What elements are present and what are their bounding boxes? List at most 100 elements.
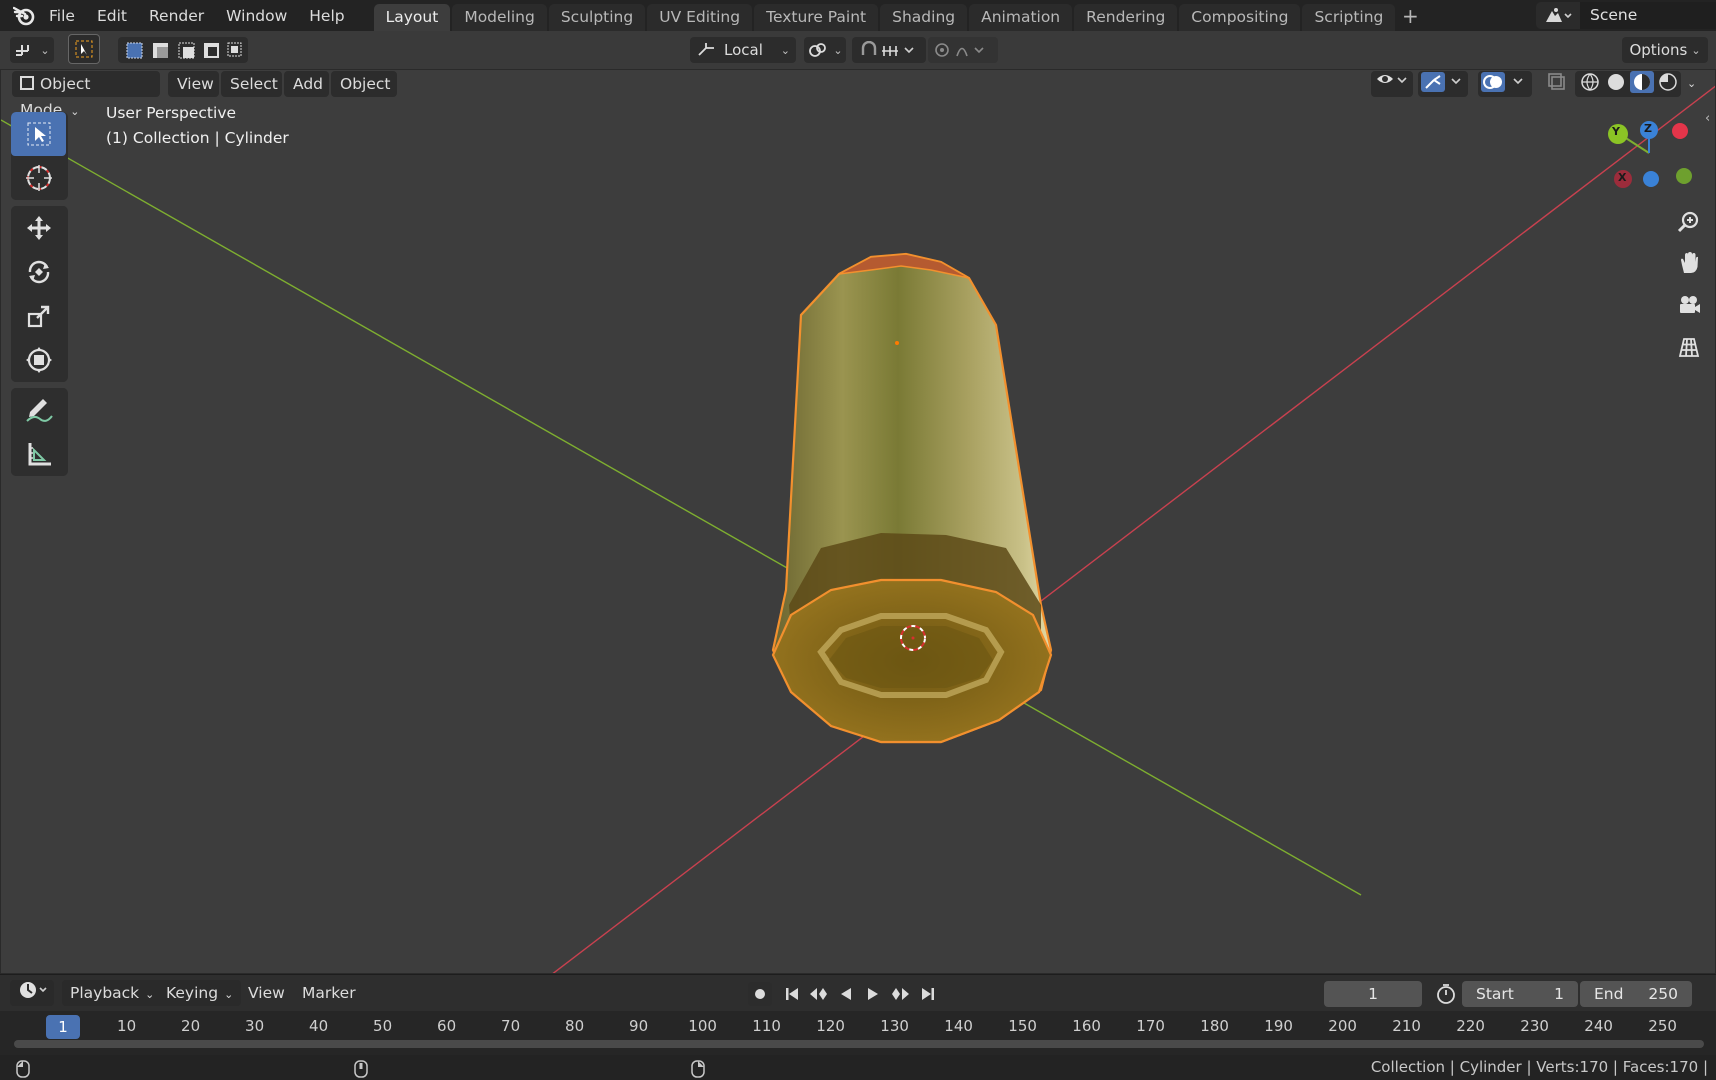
- blender-logo-icon[interactable]: [10, 2, 38, 30]
- xray-toggle[interactable]: [1542, 71, 1570, 97]
- ortho-toggle-button[interactable]: [1671, 329, 1707, 365]
- menu-file[interactable]: File: [38, 2, 86, 30]
- camera-view-button[interactable]: [1671, 287, 1707, 323]
- menu-object[interactable]: Object: [331, 71, 397, 97]
- zoom-button[interactable]: [1671, 204, 1707, 240]
- tab-modeling[interactable]: Modeling: [452, 4, 547, 31]
- timeline-editor-type-button[interactable]: [10, 980, 54, 1006]
- viewport-scene: [1, 85, 1715, 973]
- jump-start-icon: [786, 988, 798, 1000]
- move-tool[interactable]: [11, 206, 66, 250]
- snapping-group[interactable]: [852, 37, 926, 63]
- current-frame-indicator[interactable]: 1: [46, 1015, 80, 1039]
- frame-tick-label: 210: [1392, 1017, 1421, 1035]
- jump-end-button[interactable]: [916, 982, 940, 1006]
- cursor-tool[interactable]: [11, 156, 66, 200]
- select-tool-button[interactable]: [68, 34, 100, 64]
- pivot-point-dropdown[interactable]: ⌄: [804, 37, 846, 63]
- menu-help[interactable]: Help: [298, 2, 355, 30]
- select-cursor-icon: [27, 122, 50, 146]
- tab-animation[interactable]: Animation: [969, 4, 1073, 31]
- menu-view[interactable]: View: [168, 71, 219, 97]
- workspace-tabs: Layout Modeling Sculpting UV Editing Tex…: [373, 0, 1424, 31]
- timeline-header: Playback ⌄ Keying ⌄ View Marker 1 Start 1 E…: [0, 975, 1716, 1011]
- jump-end-icon: [922, 988, 934, 1000]
- scale-tool[interactable]: [11, 294, 66, 338]
- frame-ruler[interactable]: 1 10 20 30 40 50 60 70 80 90 100 110 120 130 140 150 160…: [0, 1011, 1716, 1041]
- playback-menu[interactable]: Playback ⌄: [62, 980, 163, 1006]
- snap-magnet-icon: [861, 41, 914, 56]
- menu-render[interactable]: Render: [138, 2, 215, 30]
- play-reverse-icon: [841, 988, 851, 1000]
- measure-ruler-icon: [28, 443, 51, 466]
- selection-mode-group: [118, 37, 248, 63]
- menu-add[interactable]: Add: [284, 71, 329, 97]
- cylinder-object[interactable]: [771, 252, 1053, 744]
- xray-icon: [1548, 73, 1565, 90]
- 3d-viewport[interactable]: User Perspective (1) Collection | Cylind…: [0, 69, 1716, 974]
- mode-dropdown[interactable]: Object Mode ⌄: [12, 71, 160, 119]
- menu-window[interactable]: Window: [215, 2, 298, 30]
- visibility-dropdown[interactable]: [1371, 71, 1413, 97]
- tab-compositing[interactable]: Compositing: [1179, 4, 1301, 31]
- end-frame-field[interactable]: End 250: [1580, 981, 1692, 1007]
- current-frame-field[interactable]: 1: [1324, 981, 1422, 1007]
- prev-keyframe-button[interactable]: [807, 982, 831, 1006]
- menu-edit[interactable]: Edit: [86, 2, 138, 30]
- measure-tool[interactable]: [11, 432, 66, 476]
- overlays-toggle[interactable]: [1478, 71, 1532, 97]
- gizmo-toggle[interactable]: [1418, 71, 1468, 97]
- select-box-icon: [75, 40, 93, 58]
- add-workspace-button[interactable]: +: [1397, 4, 1423, 31]
- tab-scripting[interactable]: Scripting: [1302, 4, 1396, 31]
- mouse-right-icon: [691, 1060, 705, 1078]
- transform-orientation-dropdown[interactable]: Local ⌄: [690, 37, 796, 63]
- frame-tick-label: 200: [1328, 1017, 1357, 1035]
- timeline-view-menu[interactable]: View: [240, 980, 293, 1006]
- play-reverse-button[interactable]: [834, 982, 858, 1006]
- frame-tick-label: 20: [181, 1017, 201, 1035]
- keying-label: Keying: [166, 984, 219, 1002]
- pan-button[interactable]: [1671, 245, 1707, 281]
- tab-shading[interactable]: Shading: [880, 4, 968, 31]
- tab-rendering[interactable]: Rendering: [1074, 4, 1178, 31]
- editor-type-icon: [16, 45, 30, 56]
- tab-layout[interactable]: Layout: [373, 4, 451, 31]
- record-icon: [755, 989, 765, 999]
- play-button[interactable]: [861, 982, 885, 1006]
- shading-mode-group[interactable]: [1575, 71, 1681, 97]
- timeline-scrollbar[interactable]: [14, 1040, 1704, 1048]
- move-arrows-icon: [26, 216, 51, 240]
- start-frame-field[interactable]: Start 1: [1462, 981, 1578, 1007]
- marker-menu[interactable]: Marker: [294, 980, 364, 1006]
- scene-selector: Scene: [1536, 2, 1716, 29]
- shading-icons: [1581, 71, 1677, 93]
- pivot-icon: [809, 43, 827, 57]
- rotate-tool[interactable]: [11, 250, 66, 294]
- select-box-tool[interactable]: [11, 112, 66, 156]
- sidebar-toggle-icon[interactable]: ‹: [1705, 111, 1715, 127]
- transform-tool[interactable]: [11, 338, 66, 382]
- orientation-icon: [698, 43, 714, 56]
- preview-range-button[interactable]: [1432, 981, 1460, 1007]
- scene-name-field[interactable]: Scene: [1580, 2, 1716, 29]
- gizmo-y-label: Y: [1612, 125, 1620, 138]
- editor-type-button[interactable]: ⌄: [10, 37, 54, 63]
- tab-uv-editing[interactable]: UV Editing: [647, 4, 753, 31]
- jump-start-button[interactable]: [780, 982, 804, 1006]
- menu-select[interactable]: Select: [221, 71, 282, 97]
- annotate-tool[interactable]: [11, 388, 66, 432]
- orientation-label: Local: [724, 41, 763, 59]
- record-button[interactable]: [748, 982, 772, 1006]
- proportional-editing-group[interactable]: [928, 37, 998, 63]
- options-dropdown[interactable]: Options ⌄: [1622, 37, 1708, 63]
- tab-texture-paint[interactable]: Texture Paint: [754, 4, 879, 31]
- scene-icon[interactable]: [1536, 2, 1580, 29]
- tab-sculpting[interactable]: Sculpting: [548, 4, 646, 31]
- shading-options-dropdown[interactable]: ⌄: [1683, 71, 1707, 97]
- mouse-left-icon: [16, 1060, 30, 1078]
- play-icon: [868, 988, 878, 1000]
- clock-icon: [20, 982, 47, 998]
- keying-menu[interactable]: Keying ⌄: [158, 980, 242, 1006]
- next-keyframe-button[interactable]: [888, 982, 912, 1006]
